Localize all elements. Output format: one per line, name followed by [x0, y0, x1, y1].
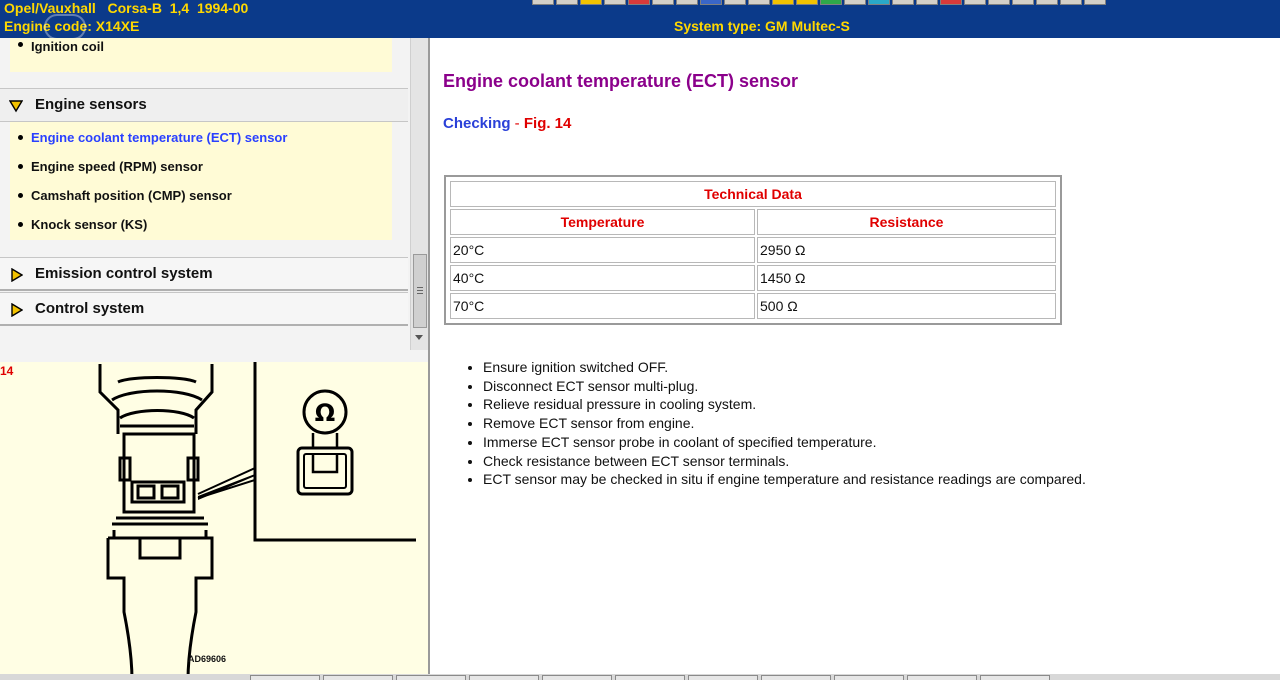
bottom-button-strip	[0, 674, 1280, 680]
bottom-button[interactable]	[907, 675, 977, 680]
toolbar-button[interactable]	[868, 0, 890, 5]
toolbar-button[interactable]	[916, 0, 938, 5]
diamond-right-icon	[11, 303, 23, 317]
section-engine-sensors[interactable]: Engine sensors	[0, 88, 408, 122]
checking-heading: Checking - Fig. 14	[443, 115, 571, 132]
section-label: Control system	[35, 300, 145, 317]
diamond-down-icon	[9, 100, 23, 113]
bottom-button[interactable]	[615, 675, 685, 680]
section-label: Emission control system	[35, 265, 213, 282]
bottom-button[interactable]	[688, 675, 758, 680]
nav-tree: Ignition coil Engine sensors Engine cool…	[0, 38, 410, 354]
column-header-temperature: Temperature	[450, 209, 756, 235]
step-item: ECT sensor may be checked in situ if eng…	[483, 470, 1086, 489]
nav-item-ect-sensor[interactable]: Engine coolant temperature (ECT) sensor	[10, 123, 392, 152]
grip-icon	[417, 287, 423, 294]
figure-link[interactable]: Fig. 14	[524, 115, 572, 132]
app-header: Opel/Vauxhall Corsa-B 1,4 1994-00 Engine…	[0, 0, 1280, 40]
prev-item-list: Ignition coil	[10, 38, 392, 72]
toolbar-button[interactable]	[700, 0, 722, 5]
toolbar-button[interactable]	[964, 0, 986, 5]
scrollbar-thumb[interactable]	[413, 254, 427, 328]
section-control-system[interactable]: Control system	[0, 292, 408, 326]
table-row: 70°C 500 Ω	[450, 293, 1056, 319]
vehicle-info: Opel/Vauxhall Corsa-B 1,4 1994-00	[4, 0, 249, 16]
nav-item-ignition-coil[interactable]: Ignition coil	[10, 38, 392, 64]
bottom-button[interactable]	[980, 675, 1050, 680]
figure-code: AD69606	[188, 654, 227, 664]
toolbar	[532, 0, 1106, 5]
bottom-button[interactable]	[834, 675, 904, 680]
cell-temperature: 20°C	[450, 237, 756, 263]
left-panel: Ignition coil Engine sensors Engine cool…	[0, 38, 430, 680]
bottom-button[interactable]	[761, 675, 831, 680]
scroll-down-arrow-icon[interactable]	[415, 335, 423, 340]
toolbar-button[interactable]	[532, 0, 554, 5]
toolbar-button[interactable]	[844, 0, 866, 5]
ect-sensor-drawing: Ω	[98, 362, 416, 680]
toolbar-button[interactable]	[988, 0, 1010, 5]
step-item: Check resistance between ECT sensor term…	[483, 452, 1086, 471]
procedure-steps: Ensure ignition switched OFF. Disconnect…	[483, 358, 1086, 489]
section-label: Engine sensors	[35, 96, 147, 113]
toolbar-button[interactable]	[628, 0, 650, 5]
step-item: Immerse ECT sensor probe in coolant of s…	[483, 433, 1086, 452]
toolbar-button[interactable]	[1084, 0, 1106, 5]
toolbar-button[interactable]	[892, 0, 914, 5]
toolbar-button[interactable]	[676, 0, 698, 5]
bottom-button[interactable]	[469, 675, 539, 680]
bottom-button[interactable]	[396, 675, 466, 680]
technical-data-table: Technical Data Temperature Resistance 20…	[444, 175, 1062, 325]
cell-resistance: 500 Ω	[757, 293, 1056, 319]
toolbar-button[interactable]	[1060, 0, 1082, 5]
figure-panel: 14 Ω AD69606	[0, 362, 428, 680]
checking-label: Checking	[443, 115, 511, 132]
nav-item-knock-sensor[interactable]: Knock sensor (KS)	[10, 210, 392, 239]
table-caption: Technical Data	[450, 181, 1056, 207]
engine-sensors-list: Engine coolant temperature (ECT) sensor …	[10, 122, 392, 240]
toolbar-button[interactable]	[1012, 0, 1034, 5]
step-item: Remove ECT sensor from engine.	[483, 414, 1086, 433]
cell-temperature: 70°C	[450, 293, 756, 319]
table-row: 40°C 1450 Ω	[450, 265, 1056, 291]
toolbar-button[interactable]	[652, 0, 674, 5]
content-panel: Engine coolant temperature (ECT) sensor …	[432, 38, 1280, 680]
toolbar-button[interactable]	[580, 0, 602, 5]
toolbar-button[interactable]	[724, 0, 746, 5]
bottom-button[interactable]	[542, 675, 612, 680]
page-title: Engine coolant temperature (ECT) sensor	[443, 71, 799, 91]
toolbar-button[interactable]	[556, 0, 578, 5]
bottom-button[interactable]	[250, 675, 320, 680]
cell-resistance: 2950 Ω	[757, 237, 1056, 263]
cell-resistance: 1450 Ω	[757, 265, 1056, 291]
toolbar-button[interactable]	[940, 0, 962, 5]
toolbar-button[interactable]	[820, 0, 842, 5]
watermark-logo	[44, 14, 86, 40]
toolbar-button[interactable]	[772, 0, 794, 5]
nav-scrollbar[interactable]	[410, 38, 428, 350]
step-item: Ensure ignition switched OFF.	[483, 358, 1086, 377]
system-type: System type: GM Multec-S	[674, 18, 850, 34]
separator: -	[510, 115, 524, 132]
nav-item-rpm-sensor[interactable]: Engine speed (RPM) sensor	[10, 152, 392, 181]
toolbar-button[interactable]	[796, 0, 818, 5]
toolbar-button[interactable]	[748, 0, 770, 5]
step-item: Relieve residual pressure in cooling sys…	[483, 395, 1086, 414]
column-header-resistance: Resistance	[757, 209, 1056, 235]
toolbar-button[interactable]	[1036, 0, 1058, 5]
step-item: Disconnect ECT sensor multi-plug.	[483, 377, 1086, 396]
table-row: 20°C 2950 Ω	[450, 237, 1056, 263]
section-emission-control[interactable]: Emission control system	[0, 257, 408, 291]
toolbar-button[interactable]	[604, 0, 626, 5]
diamond-right-icon	[11, 268, 23, 282]
ohm-symbol: Ω	[315, 399, 335, 427]
cell-temperature: 40°C	[450, 265, 756, 291]
nav-item-cmp-sensor[interactable]: Camshaft position (CMP) sensor	[10, 181, 392, 210]
bottom-button[interactable]	[323, 675, 393, 680]
